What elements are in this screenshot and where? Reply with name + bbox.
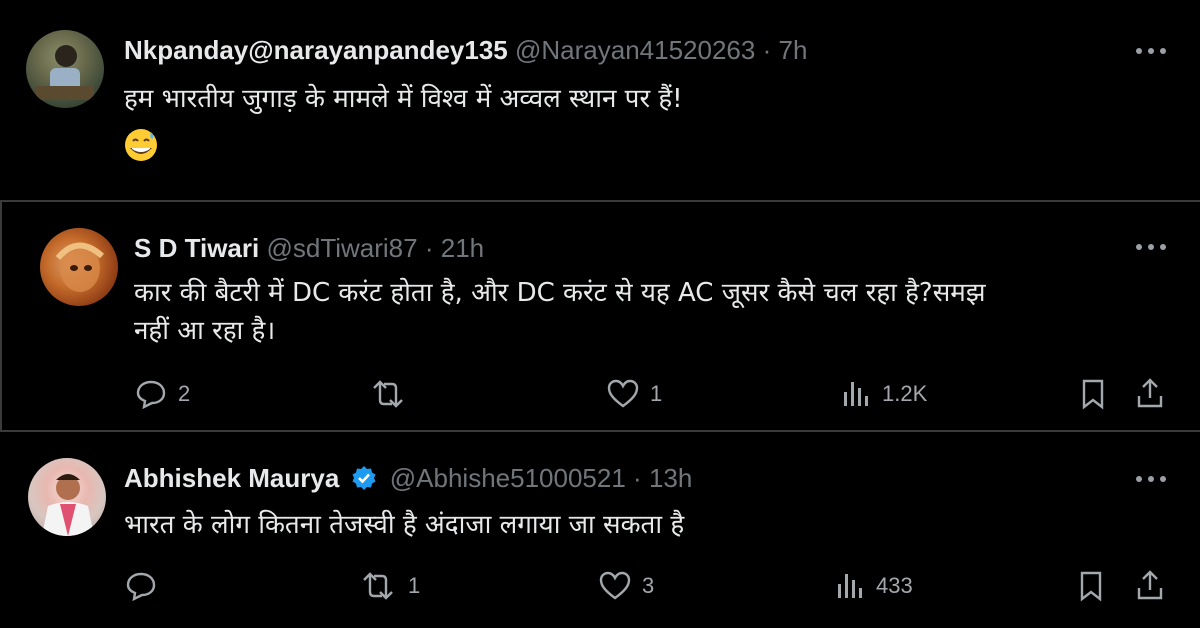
reply-icon bbox=[126, 572, 156, 602]
separator-dot: · bbox=[633, 463, 642, 493]
reply-icon bbox=[136, 380, 166, 410]
share-icon bbox=[1137, 570, 1163, 600]
avatar[interactable] bbox=[26, 30, 104, 108]
view-count: 1.2K bbox=[882, 381, 928, 406]
views-button[interactable]: 433 bbox=[834, 570, 913, 602]
bookmark-icon bbox=[1080, 571, 1102, 602]
repost-icon bbox=[363, 572, 393, 600]
repost-count: 1 bbox=[408, 573, 421, 598]
user-handle[interactable]: @Narayan41520263 bbox=[515, 35, 755, 65]
bookmark-button[interactable] bbox=[1076, 570, 1106, 602]
display-name[interactable]: Nkpanday@narayanpandey135 bbox=[124, 35, 508, 65]
view-count: 433 bbox=[876, 573, 913, 598]
user-handle[interactable]: @Abhishe51000521 bbox=[390, 463, 626, 493]
post-text-line2: नहीं आ रहा है। bbox=[134, 316, 276, 346]
share-button[interactable] bbox=[1134, 376, 1166, 410]
more-options-icon[interactable] bbox=[1136, 474, 1166, 484]
views-button[interactable]: 1.2K bbox=[840, 378, 927, 410]
reply-button[interactable] bbox=[124, 570, 158, 602]
like-button[interactable]: 3 bbox=[598, 570, 654, 602]
views-icon bbox=[838, 574, 862, 598]
timestamp[interactable]: 7h bbox=[778, 35, 807, 65]
heart-icon bbox=[607, 379, 639, 408]
more-options-icon[interactable] bbox=[1136, 242, 1166, 252]
post-text: हम भारतीय जुगाड़ के मामले में विश्व में … bbox=[124, 84, 683, 114]
post-narayan[interactable]: Nkpanday@narayanpandey135 @Narayan415202… bbox=[0, 0, 1200, 200]
display-name[interactable]: Abhishek Maurya bbox=[124, 463, 339, 493]
like-button[interactable]: 1 bbox=[606, 378, 662, 410]
repost-icon bbox=[373, 380, 403, 408]
verified-badge-icon[interactable] bbox=[351, 465, 377, 491]
bookmark-icon bbox=[1082, 379, 1104, 410]
post-text-line1: कार की बैटरी में DC करंट होता है, और DC … bbox=[134, 278, 986, 308]
share-icon bbox=[1137, 378, 1163, 408]
like-count: 3 bbox=[642, 573, 655, 598]
avatar[interactable] bbox=[40, 228, 118, 306]
reply-button[interactable]: 2 bbox=[134, 378, 190, 410]
timestamp[interactable]: 21h bbox=[441, 233, 484, 263]
timestamp[interactable]: 13h bbox=[649, 463, 692, 493]
separator-dot: · bbox=[424, 233, 434, 263]
post-text: भारत के लोग कितना तेजस्वी है अंदाजा लगाय… bbox=[124, 510, 685, 540]
avatar[interactable] bbox=[28, 458, 106, 536]
user-handle[interactable]: @sdTiwari87 bbox=[266, 233, 417, 263]
more-options-icon[interactable] bbox=[1136, 46, 1166, 56]
post-header: Abhishek Maurya @Abhishe51000521 · 13h bbox=[124, 462, 692, 494]
post-header: Nkpanday@narayanpandey135 @Narayan415202… bbox=[124, 34, 807, 66]
views-icon bbox=[844, 382, 868, 406]
display-name[interactable]: S D Tiwari bbox=[134, 233, 259, 263]
separator-dot: · bbox=[762, 35, 772, 65]
like-count: 1 bbox=[650, 381, 663, 406]
post-header: S D Tiwari @sdTiwari87 · 21h bbox=[134, 232, 484, 264]
share-button[interactable] bbox=[1134, 568, 1166, 602]
bookmark-button[interactable] bbox=[1078, 378, 1108, 410]
repost-button[interactable]: 1 bbox=[358, 570, 420, 602]
grinning-sweat-emoji bbox=[125, 129, 157, 161]
reply-count: 2 bbox=[178, 381, 191, 406]
repost-button[interactable] bbox=[368, 378, 408, 410]
heart-icon bbox=[599, 571, 631, 600]
